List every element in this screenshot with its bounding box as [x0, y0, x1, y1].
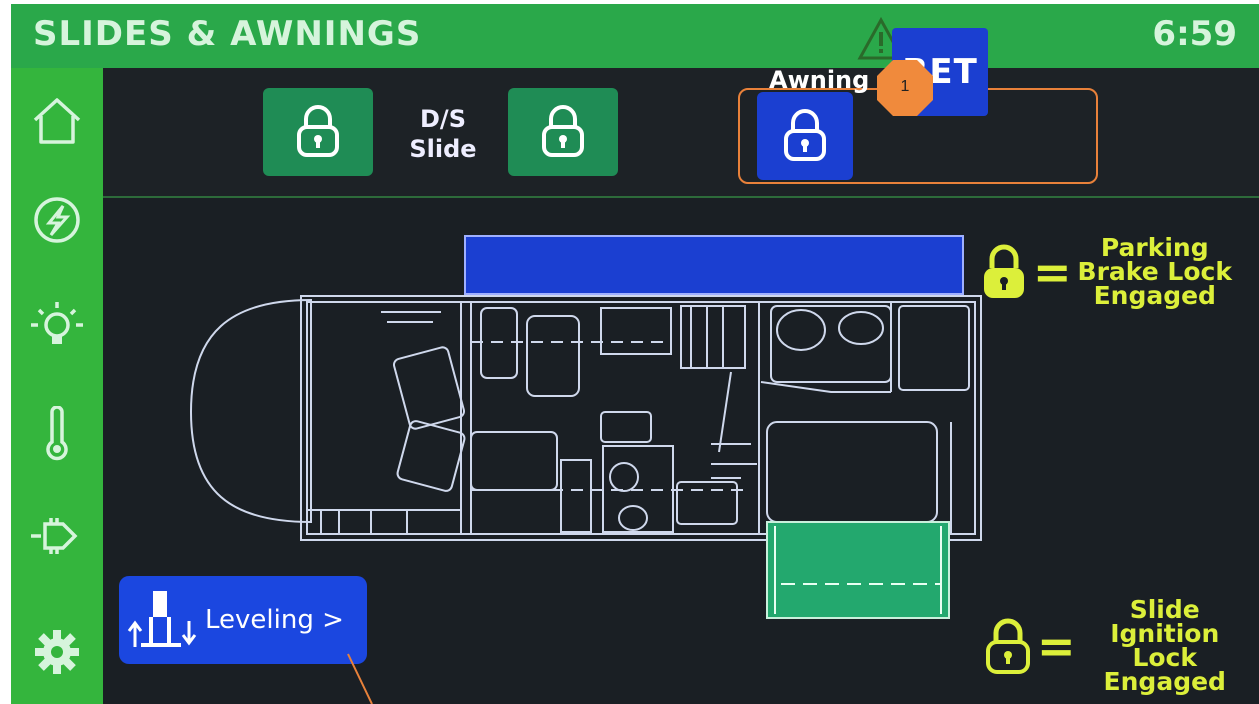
- legend-parking-line3: Engaged: [1093, 281, 1216, 310]
- callout-number: 1: [900, 78, 910, 95]
- clock: 6:59: [1152, 14, 1237, 54]
- legend-slide-ignition: = Slide Ignition Lock Engaged: [985, 597, 1226, 696]
- ds-slide-lock-button-right[interactable]: [508, 88, 618, 176]
- sidebar: [11, 68, 103, 704]
- screen: SLIDES & AWNINGS 6:59 D/S Slide Awning R…: [11, 4, 1259, 704]
- awning-label: Awning: [769, 66, 870, 94]
- lock-icon: [986, 618, 1030, 674]
- ds-slide-label-line2: Slide: [409, 135, 477, 163]
- light-bulb-icon: [31, 302, 83, 344]
- sidebar-item-tanks[interactable]: [29, 508, 85, 564]
- page-title: SLIDES & AWNINGS: [33, 14, 422, 54]
- rv-floorplan-diagram: [189, 235, 982, 619]
- header-bar: SLIDES & AWNINGS 6:59: [11, 4, 1259, 68]
- awning-lock-button[interactable]: [757, 92, 853, 180]
- ds-slide-label: D/S Slide: [403, 104, 483, 164]
- lock-icon: [784, 109, 826, 161]
- slide-control-bar: D/S Slide: [103, 68, 1259, 198]
- leveling-label: Leveling >: [205, 605, 344, 635]
- home-icon: [33, 98, 81, 144]
- ds-slide-lock-button-left[interactable]: [263, 88, 373, 176]
- sidebar-item-home[interactable]: [29, 92, 85, 148]
- sidebar-item-settings[interactable]: [29, 624, 85, 680]
- plug-icon: [31, 518, 78, 554]
- lock-icon: [297, 105, 339, 157]
- legend-parking-brake: = Parking Brake Lock Engaged: [981, 235, 1232, 310]
- lock-icon: [984, 244, 1024, 298]
- power-lightning-icon: [34, 197, 80, 243]
- leveling-jack-icon: [127, 591, 197, 647]
- lock-icon: [542, 105, 584, 157]
- ds-slide-label-line1: D/S: [420, 105, 466, 133]
- gear-icon: [35, 630, 79, 674]
- legend-slide-line4: Engaged: [1103, 667, 1226, 696]
- thermometer-icon: [46, 405, 68, 461]
- leveling-button[interactable]: Leveling >: [119, 576, 367, 664]
- sidebar-item-climate[interactable]: [29, 405, 85, 462]
- sidebar-item-lights[interactable]: [29, 298, 85, 354]
- sidebar-item-power[interactable]: [29, 192, 85, 248]
